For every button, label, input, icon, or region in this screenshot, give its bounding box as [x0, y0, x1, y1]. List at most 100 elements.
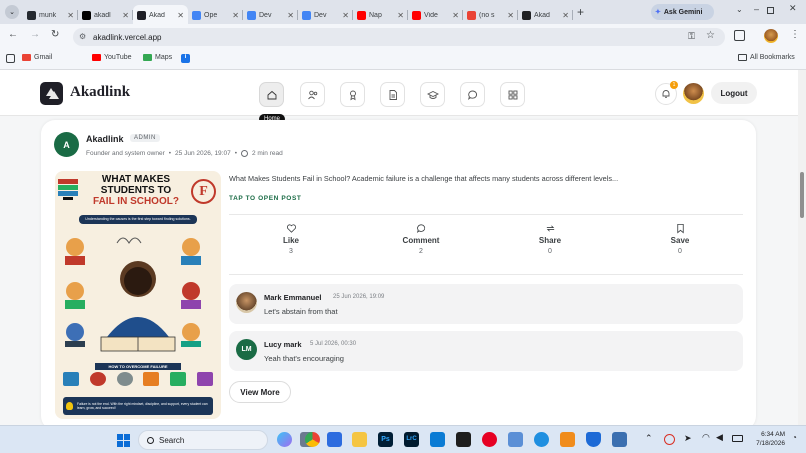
view-more-button[interactable]: View More [229, 381, 291, 403]
minimize-button[interactable]: – [754, 4, 759, 14]
file-explorer-icon[interactable] [352, 432, 367, 447]
edge-like-icon[interactable] [534, 432, 549, 447]
defender-icon[interactable] [586, 432, 601, 447]
brand-name[interactable]: Akadlink [70, 84, 130, 101]
maximize-button[interactable] [767, 7, 774, 14]
vscode-icon[interactable] [430, 432, 445, 447]
commenter-avatar[interactable] [236, 292, 257, 313]
browser-tab[interactable]: Akad ✕ [518, 5, 573, 25]
commenter-avatar[interactable]: LM [236, 339, 257, 360]
close-tab-icon[interactable]: ✕ [562, 11, 569, 20]
photoshop-icon[interactable]: Ps [378, 432, 393, 447]
wifi-icon[interactable]: ◠ [702, 432, 710, 443]
volume-icon[interactable]: ◀ [716, 432, 723, 443]
lightroom-classic-icon[interactable]: LrC [404, 432, 419, 447]
browser-tab[interactable]: Akad ✕ [133, 5, 188, 25]
tray-sync-icon[interactable] [664, 434, 675, 445]
comment-text: Let's abstain from that [264, 307, 338, 316]
tray-chevron-icon[interactable]: ⌃ [645, 433, 653, 444]
browser-tab[interactable]: Nap ✕ [353, 5, 408, 25]
browser-tab[interactable]: Dev ✕ [243, 5, 298, 25]
author-avatar[interactable]: A [54, 132, 79, 157]
browser-tab[interactable]: akadl ✕ [78, 5, 133, 25]
apps-shortcut-icon[interactable] [6, 54, 15, 63]
all-bookmarks-link[interactable]: All Bookmarks [738, 54, 795, 61]
extensions-icon[interactable] [734, 30, 745, 41]
open-post-link[interactable]: TAP TO OPEN POST [229, 195, 301, 202]
app-header: Akadlink Home 1 Logout [0, 70, 798, 124]
nav-award-button[interactable] [340, 82, 365, 107]
scrollbar-thumb[interactable] [800, 172, 804, 218]
browser-tab[interactable]: Vide ✕ [408, 5, 463, 25]
browser-tab[interactable]: Ope ✕ [188, 5, 243, 25]
tab-list-chevron-icon[interactable]: ⌄ [736, 5, 743, 14]
address-bar[interactable]: ⚙ akadlink.vercel.app ⚿ ☆ [73, 28, 725, 46]
nav-apps-button[interactable] [500, 82, 525, 107]
browser-menu-icon[interactable]: ⋮ [790, 29, 800, 40]
nav-people-button[interactable] [300, 82, 325, 107]
new-tab-button[interactable]: + [577, 5, 591, 19]
back-button[interactable]: ← [8, 29, 18, 40]
pinterest-icon[interactable] [482, 432, 497, 447]
like-button[interactable]: Like 3 [263, 223, 319, 255]
akadlink-logo-icon[interactable] [40, 82, 63, 105]
close-tab-icon[interactable]: ✕ [287, 11, 294, 20]
close-tab-icon[interactable]: ✕ [67, 11, 74, 20]
notification-bell-icon[interactable]: ◔ [792, 433, 797, 442]
post-image[interactable]: WHAT MAKES STUDENTS TO FAIL IN SCHOOL? F… [55, 171, 221, 419]
comment-item: Mark Emmanuel 25 Jun 2026, 19:09 Let's abs… [229, 284, 743, 324]
blue-app-icon[interactable] [612, 432, 627, 447]
nav-chat-button[interactable] [460, 82, 485, 107]
post-excerpt[interactable]: What Makes Students Fail in School? Acad… [229, 174, 743, 183]
site-info-icon[interactable]: ⚙ [79, 32, 86, 41]
battery-icon[interactable] [732, 435, 743, 442]
photos-icon[interactable] [508, 432, 523, 447]
close-tab-icon[interactable]: ✕ [122, 11, 129, 20]
orange-app-icon[interactable] [560, 432, 575, 447]
chrome-taskbar-icon[interactable] [305, 432, 320, 447]
user-avatar[interactable] [683, 83, 704, 104]
tray-send-icon[interactable]: ➤ [684, 433, 692, 444]
nav-document-button[interactable] [380, 82, 405, 107]
info-bookmark[interactable]: i [181, 54, 190, 63]
close-tab-icon[interactable]: ✕ [232, 11, 239, 20]
commenter-name[interactable]: Lucy mark [264, 340, 302, 349]
figma-like-icon[interactable] [456, 432, 471, 447]
commenter-name[interactable]: Mark Emmanuel [264, 293, 322, 302]
save-button[interactable]: Save 0 [652, 223, 708, 255]
people-icon [307, 90, 317, 99]
close-tab-icon[interactable]: ✕ [397, 11, 404, 20]
clock-area[interactable]: 6:34 AM 7/18/2026 [749, 430, 785, 448]
close-tab-icon[interactable]: ✕ [507, 11, 514, 20]
bookmark-maps[interactable]: Maps [143, 54, 172, 61]
close-window-button[interactable]: ✕ [789, 3, 797, 14]
browser-tab[interactable]: munk ✕ [23, 5, 78, 25]
bookmark-gmail[interactable]: Gmail [22, 54, 52, 61]
copilot-icon[interactable] [277, 432, 292, 447]
browser-tab[interactable]: Dev ✕ [298, 5, 353, 25]
page-scrollbar[interactable] [798, 70, 806, 425]
password-key-icon[interactable]: ⚿ [688, 31, 695, 42]
taskbar-search-box[interactable]: Search [138, 430, 268, 450]
windows-start-icon[interactable] [117, 434, 130, 447]
share-button[interactable]: Share 0 [522, 223, 578, 255]
nav-home-button[interactable] [259, 82, 284, 107]
profile-avatar[interactable] [764, 29, 778, 43]
forward-button[interactable]: → [30, 29, 40, 40]
close-tab-icon[interactable]: ✕ [452, 11, 459, 20]
logout-button[interactable]: Logout [711, 82, 757, 104]
notifications-button[interactable]: 1 [655, 81, 678, 105]
close-tab-icon[interactable]: ✕ [342, 11, 349, 20]
nav-graduation-button[interactable] [420, 82, 445, 107]
browser-tab[interactable]: (no s ✕ [463, 5, 518, 25]
tab-search-button[interactable]: ⌄ [5, 5, 19, 19]
monitor-app-icon[interactable] [327, 432, 342, 447]
reload-button[interactable]: ↻ [51, 29, 59, 40]
close-tab-icon[interactable]: ✕ [177, 11, 184, 20]
ask-gemini-button[interactable]: ✦ Ask Gemini [651, 4, 714, 20]
post-date: 25 Jun 2026, 19:07 [175, 150, 231, 157]
bookmark-star-icon[interactable]: ☆ [706, 30, 715, 41]
bookmark-youtube[interactable]: YouTube [92, 54, 132, 61]
comment-button[interactable]: Comment 2 [393, 223, 449, 255]
author-name[interactable]: Akadlink [86, 134, 124, 144]
